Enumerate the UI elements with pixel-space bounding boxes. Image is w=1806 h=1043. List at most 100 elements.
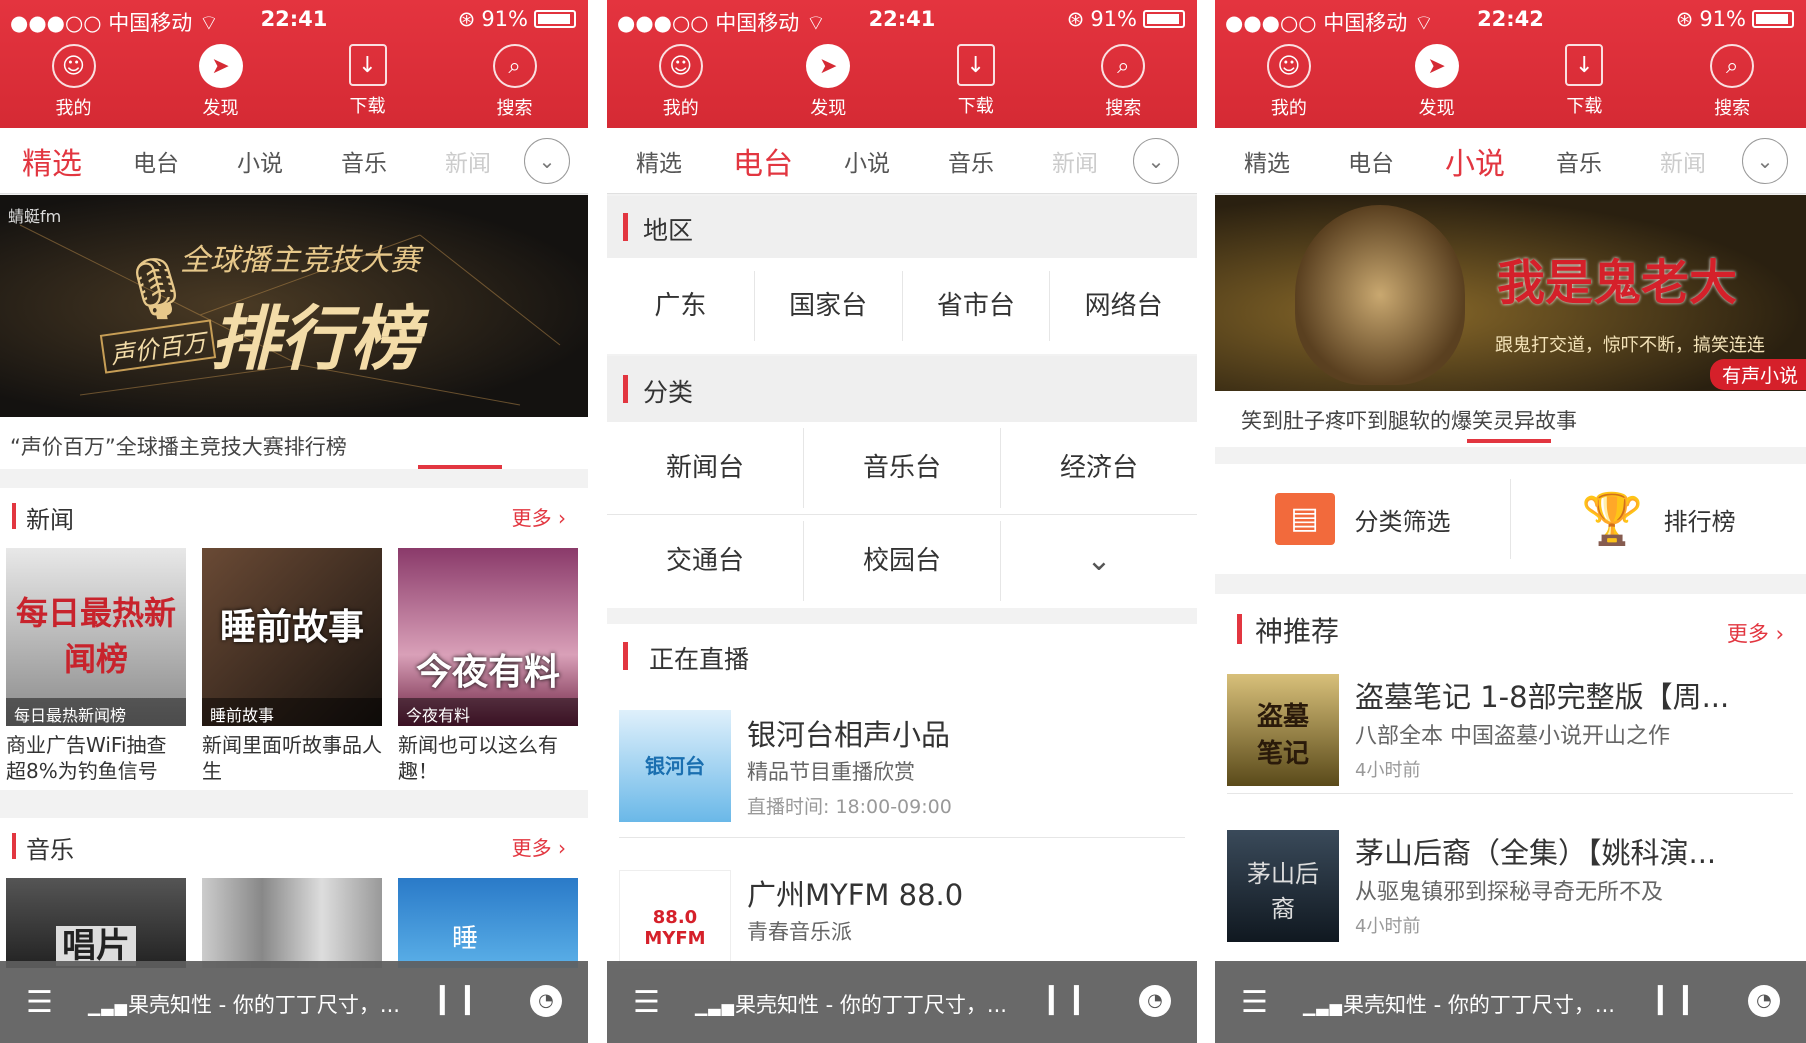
music-card[interactable]: 唱片 xyxy=(6,878,186,968)
status-bar: ●●●○○ 中国移动 ⌔ 22:41 ⊛ 91% xyxy=(0,0,588,38)
ranking-button[interactable]: 🏆 排行榜 xyxy=(1511,479,1806,559)
screen-featured: ●●●○○ 中国移动 ⌔ 22:41 ⊛ 91% ☺ 我的 ➤ 发现 ↓ 下载 ⌕ 搜索 … xyxy=(0,0,588,1043)
region-internet[interactable]: 网络台 xyxy=(1050,271,1197,341)
download-icon: ↓ xyxy=(956,44,995,86)
book-time: 4小时前 xyxy=(1355,916,1421,937)
tab-music[interactable]: 音乐 xyxy=(919,144,1023,178)
carousel-indicator xyxy=(1467,439,1551,443)
card-text: 新闻也可以这么有趣！ xyxy=(398,733,558,783)
mini-player[interactable]: ☰ ▁▃▅ 果壳知性 - 你的丁丁尺寸，... ❙❙ ◔ xyxy=(0,961,588,1043)
section-title: 分类 xyxy=(643,378,694,407)
banner-title-1: 全球播主竞技大赛 xyxy=(180,243,420,278)
nav-discover[interactable]: ➤ 发现 xyxy=(147,40,294,126)
tab-radio[interactable]: 电台 xyxy=(104,144,208,178)
nav-download[interactable]: ↓ 下载 xyxy=(902,40,1050,126)
timer-icon[interactable]: ◔ xyxy=(1139,985,1171,1017)
nav-download[interactable]: ↓ 下载 xyxy=(1511,40,1659,126)
nav-discover[interactable]: ➤ 发现 xyxy=(755,40,903,126)
expand-tabs-button[interactable]: ⌄ xyxy=(1742,138,1788,184)
category-economy[interactable]: 经济台 xyxy=(1001,428,1197,508)
tab-novel[interactable]: 小说 xyxy=(208,144,312,178)
tab-novel[interactable]: 小说 xyxy=(815,144,919,178)
expand-tabs-button[interactable]: ⌄ xyxy=(1133,138,1179,184)
tab-featured[interactable]: 精选 xyxy=(0,139,104,183)
nav-search[interactable]: ⌕ 搜索 xyxy=(1050,40,1198,126)
news-card[interactable]: 每日最热新闻榜 每日最热新闻榜 商业广告WiFi抽查超8%为钓鱼信号 xyxy=(6,548,186,784)
region-guangdong[interactable]: 广东 xyxy=(607,271,755,341)
recommend-more-link[interactable]: 更多 › xyxy=(1727,618,1784,648)
pause-button[interactable]: ❙❙ xyxy=(1039,981,1089,1016)
menu-icon[interactable]: ☰ xyxy=(26,985,53,1020)
brand-logo: 蜻蜓fm xyxy=(8,207,62,226)
chevron-down-icon: ⌄ xyxy=(1756,149,1774,173)
nav-search[interactable]: ⌕ 搜索 xyxy=(1658,40,1806,126)
banner-caption-row: 笑到肚子疼吓到腿软的爆笑灵异故事 xyxy=(1215,391,1806,447)
tab-radio[interactable]: 电台 xyxy=(711,139,815,183)
category-campus[interactable]: 校园台 xyxy=(804,521,1001,601)
pause-button[interactable]: ❙❙ xyxy=(430,981,480,1016)
expand-tabs-button[interactable]: ⌄ xyxy=(524,138,570,184)
tab-featured[interactable]: 精选 xyxy=(607,144,711,178)
tab-featured[interactable]: 精选 xyxy=(1215,144,1319,178)
mini-player[interactable]: ☰ ▁▃▅ 果壳知性 - 你的丁丁尺寸，... ❙❙ ◔ xyxy=(607,961,1197,1043)
news-card[interactable]: 睡前故事 睡前故事 新闻里面听故事品人生 xyxy=(202,548,382,784)
book-row[interactable]: 茅山后裔 茅山后裔（全集）【姚科演... 从驱鬼镇邪到探秘寻奇无所不及 4小时前 xyxy=(1227,830,1793,950)
top-bar: ●●●○○ 中国移动 ⌔ 22:41 ⊛ 91% ☺ 我的 ➤ 发现 ↓ 下载 ⌕ 搜索 xyxy=(607,0,1197,128)
music-more-link[interactable]: 更多 › xyxy=(512,832,566,861)
tab-music[interactable]: 音乐 xyxy=(1527,144,1631,178)
skull-figure xyxy=(1295,205,1465,385)
lock-rotation-icon: ⊛ xyxy=(1675,7,1694,31)
nav-mine[interactable]: ☺ 我的 xyxy=(1215,40,1363,126)
section-title: 神推荐 xyxy=(1255,615,1340,648)
search-icon: ⌕ xyxy=(1710,44,1755,88)
status-bar: ●●●○○ 中国移动 ⌔ 22:42 ⊛ 91% xyxy=(1215,0,1806,38)
timer-icon[interactable]: ◔ xyxy=(1748,985,1780,1017)
category-music[interactable]: 音乐台 xyxy=(804,428,1001,508)
section-title: 新闻 xyxy=(26,506,74,534)
news-card[interactable]: 今夜有料 今夜有料 新闻也可以这么有趣！ xyxy=(398,548,578,784)
tab-news[interactable]: 新闻 xyxy=(1023,144,1127,178)
tab-news[interactable]: 新闻 xyxy=(416,144,520,178)
region-provincial[interactable]: 省市台 xyxy=(903,271,1051,341)
nav-search[interactable]: ⌕ 搜索 xyxy=(441,40,588,126)
nav-mine[interactable]: ☺ 我的 xyxy=(0,40,147,126)
station-logo: 银河台 xyxy=(619,710,731,822)
pause-button[interactable]: ❙❙ xyxy=(1648,981,1698,1016)
equalizer-icon: ▁▃▅ xyxy=(88,997,128,1016)
banner[interactable]: 我是鬼老大 跟鬼打交道，惊吓不断，搞笑连连 有声小说 xyxy=(1215,195,1806,391)
tab-music[interactable]: 音乐 xyxy=(312,144,416,178)
banner[interactable]: 蜻蜓fm 🎙 全球播主竞技大赛 排行榜 声价百万 xyxy=(0,195,588,417)
banner-caption: “声价百万”全球播主竞技大赛排行榜 xyxy=(10,435,347,459)
tab-news[interactable]: 新闻 xyxy=(1631,144,1735,178)
chevron-down-icon: ⌄ xyxy=(1086,543,1112,578)
nav-mine[interactable]: ☺ 我的 xyxy=(607,40,755,126)
main-nav: ☺ 我的 ➤ 发现 ↓ 下载 ⌕ 搜索 xyxy=(0,40,588,126)
station-row[interactable]: 88.0 MYFM 广州MYFM 88.0 青春音乐派 xyxy=(619,870,1185,970)
music-card[interactable]: 睡 xyxy=(398,878,578,968)
region-grid: 广东 国家台 省市台 网络台 xyxy=(607,258,1197,354)
nav-discover[interactable]: ➤ 发现 xyxy=(1363,40,1511,126)
status-bar: ●●●○○ 中国移动 ⌔ 22:41 ⊛ 91% xyxy=(607,0,1197,38)
news-more-link[interactable]: 更多 › xyxy=(512,502,566,531)
menu-icon[interactable]: ☰ xyxy=(1241,985,1268,1020)
live-section: 正在直播 银河台 银河台相声小品 精品节目重播欣赏 直播时间: 18:00-09… xyxy=(607,624,1197,970)
category-traffic[interactable]: 交通台 xyxy=(607,521,804,601)
music-card[interactable] xyxy=(202,878,382,968)
battery-icon xyxy=(534,10,576,28)
category-news[interactable]: 新闻台 xyxy=(607,428,804,508)
section-title: 正在直播 xyxy=(649,645,750,674)
nav-download[interactable]: ↓ 下载 xyxy=(294,40,441,126)
card-image: 睡前故事 睡前故事 xyxy=(202,548,382,726)
section-title: 地区 xyxy=(643,216,694,245)
filter-button[interactable]: ▤ 分类筛选 xyxy=(1215,479,1511,559)
menu-icon[interactable]: ☰ xyxy=(633,985,660,1020)
mini-player[interactable]: ☰ ▁▃▅ 果壳知性 - 你的丁丁尺寸，... ❙❙ ◔ xyxy=(1215,961,1806,1043)
tab-radio[interactable]: 电台 xyxy=(1319,144,1423,178)
tab-novel[interactable]: 小说 xyxy=(1423,139,1527,183)
category-tabs: 精选 电台 小说 音乐 新闻 ⌄ xyxy=(607,128,1197,194)
category-expand-button[interactable]: ⌄ xyxy=(1001,521,1197,601)
station-row[interactable]: 银河台 银河台相声小品 精品节目重播欣赏 直播时间: 18:00-09:00 xyxy=(619,710,1185,838)
region-national[interactable]: 国家台 xyxy=(755,271,903,341)
book-row[interactable]: 盗墓笔记 盗墓笔记 1-8部完整版【周... 八部全本 中国盗墓小说开山之作 4… xyxy=(1227,674,1793,794)
timer-icon[interactable]: ◔ xyxy=(530,985,562,1017)
